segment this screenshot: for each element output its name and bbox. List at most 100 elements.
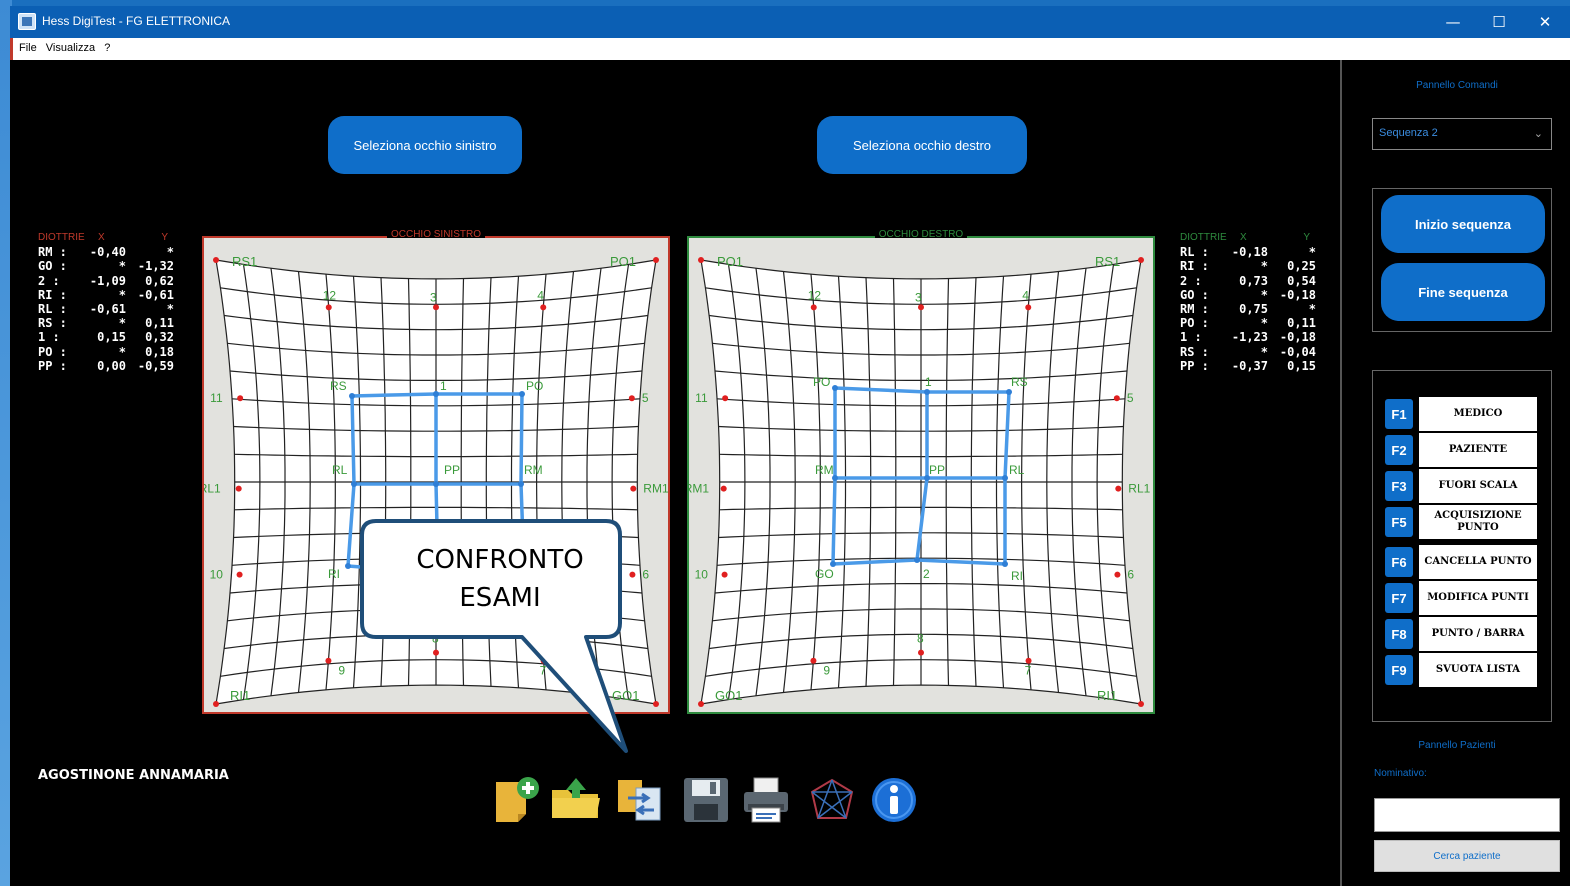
readout-x: -0,40 — [89, 245, 126, 260]
readout-muscle: GO : — [38, 259, 67, 274]
outer-point — [235, 485, 242, 492]
readout-row: RL : -0,61 * — [38, 302, 174, 316]
readout-y: -1,32 — [137, 259, 174, 274]
save-disk-icon[interactable] — [680, 774, 732, 826]
inner-label: 2 — [923, 567, 930, 581]
search-patient-button[interactable]: Cerca paziente — [1374, 840, 1560, 872]
info-icon[interactable] — [868, 774, 920, 826]
function-keys-group: F1 MEDICO F2 PAZIENTE F3 FUORI SCALA F5 ACQUISI… — [1372, 370, 1552, 722]
fkey-button[interactable]: FUORI SCALA — [1419, 469, 1537, 503]
fkey-button[interactable]: PAZIENTE — [1419, 433, 1537, 467]
readout-row: RI : * 0,25 — [1180, 259, 1316, 273]
outer-label: RM1 — [689, 482, 709, 496]
3d-view-icon[interactable] — [806, 774, 858, 826]
readout-x: * — [1260, 344, 1268, 359]
fkey-badge[interactable]: F6 — [1385, 547, 1413, 577]
outer-point — [1114, 571, 1121, 578]
app-icon — [18, 13, 36, 30]
patients-panel-caption: Pannello Pazienti — [1418, 740, 1496, 751]
fkey-row-f7[interactable]: F7 MODIFICA PUNTI — [1385, 581, 1550, 615]
fkey-badge[interactable]: F8 — [1385, 619, 1413, 649]
fkey-button[interactable]: SVUOTA LISTA — [1419, 653, 1537, 687]
corner-point — [698, 257, 704, 263]
end-sequence-button[interactable]: Fine sequenza — [1381, 263, 1545, 321]
open-folder-icon[interactable] — [550, 774, 602, 826]
nominativo-label: Nominativo: — [1374, 768, 1427, 779]
compare-exams-icon[interactable] — [614, 774, 666, 826]
outer-point — [1113, 395, 1120, 402]
fkey-row-f1[interactable]: F1 MEDICO — [1385, 397, 1550, 431]
inner-point — [914, 557, 920, 563]
outer-point — [325, 304, 332, 311]
readout-x: * — [118, 259, 126, 274]
outer-label: 12 — [808, 288, 822, 302]
fkey-row-f5[interactable]: F5 ACQUISIZIONE PUNTO — [1385, 505, 1550, 539]
outer-label: 8 — [917, 632, 924, 646]
callout-line-1: CONFRONTO — [416, 545, 584, 575]
fkey-button[interactable]: MODIFICA PUNTI — [1419, 581, 1537, 615]
inner-point — [519, 391, 525, 397]
readout-header-x: X — [1240, 232, 1247, 243]
fkey-badge[interactable]: F5 — [1385, 507, 1413, 537]
corner-label: RS1 — [232, 254, 257, 269]
fkey-row-f8[interactable]: F8 PUNTO / BARRA — [1385, 617, 1550, 651]
right-hess-grid[interactable]: PO1RS1GO1RI11234115RM1RL1106987PO1RSRMPP… — [689, 238, 1153, 712]
printer-icon[interactable] — [740, 774, 792, 826]
fkey-button[interactable]: CANCELLA PUNTO — [1419, 545, 1537, 579]
fkey-badge[interactable]: F9 — [1385, 655, 1413, 685]
fkey-row-f3[interactable]: F3 FUORI SCALA — [1385, 469, 1550, 503]
readout-x: -0,18 — [1231, 245, 1268, 260]
inner-label: PO — [526, 379, 543, 393]
fkey-badge[interactable]: F1 — [1385, 399, 1413, 429]
fkey-button[interactable]: ACQUISIZIONE PUNTO — [1419, 505, 1537, 539]
fkey-badge[interactable]: F3 — [1385, 471, 1413, 501]
readout-x: -0,61 — [89, 302, 126, 317]
readout-row: GO : * -0,18 — [1180, 288, 1316, 302]
outer-label: 7 — [1025, 664, 1032, 678]
app-window: Hess DigiTest - FG ELETTRONICA — ☐ ✕ Fil… — [10, 6, 1570, 886]
close-button[interactable]: ✕ — [1522, 6, 1568, 38]
inner-point — [351, 481, 357, 487]
fkey-button[interactable]: PUNTO / BARRA — [1419, 617, 1537, 651]
start-sequence-button[interactable]: Inizio sequenza — [1381, 195, 1545, 253]
menu-file[interactable]: File — [19, 42, 37, 54]
inner-point — [832, 385, 838, 391]
maximize-button[interactable]: ☐ — [1476, 6, 1522, 38]
inner-label: PO — [813, 375, 830, 389]
outer-point — [325, 657, 332, 664]
menu-help[interactable]: ? — [104, 42, 110, 54]
title-bar: Hess DigiTest - FG ELETTRONICA — ☐ ✕ — [10, 6, 1570, 38]
readout-y: * — [1308, 302, 1316, 317]
readout-x: * — [118, 344, 126, 359]
nominativo-input[interactable] — [1374, 798, 1560, 832]
minimize-button[interactable]: — — [1430, 6, 1476, 38]
outer-label: 9 — [338, 664, 345, 678]
inner-label: PP — [929, 463, 945, 477]
outer-point — [433, 304, 439, 311]
readout-y: -0,18 — [1279, 330, 1316, 345]
new-exam-icon[interactable] — [492, 774, 544, 826]
readout-x: 0,15 — [97, 330, 126, 345]
readout-row: RM : 0,75 * — [1180, 302, 1316, 316]
fkey-button[interactable]: MEDICO — [1419, 397, 1537, 431]
outer-point — [918, 649, 924, 656]
right-eye-hess-chart[interactable]: OCCHIO DESTRO PO1RS1GO1RI11234115RM1RL11… — [687, 229, 1155, 714]
corner-label: PO1 — [610, 254, 636, 269]
fkey-row-f9[interactable]: F9 SVUOTA LISTA — [1385, 653, 1550, 687]
readout-muscle: RL : — [1180, 245, 1209, 260]
sequence-select[interactable]: Sequenza 2 ⌄ — [1372, 118, 1552, 150]
readout-y: * — [166, 245, 174, 260]
readout-x: 0,73 — [1239, 273, 1268, 288]
fkey-row-f6[interactable]: F6 CANCELLA PUNTO — [1385, 545, 1550, 579]
readout-muscle: 1 : — [38, 330, 60, 345]
select-left-eye-button[interactable]: Seleziona occhio sinistro — [328, 116, 522, 174]
corner-label: GO1 — [715, 688, 742, 703]
fkey-row-f2[interactable]: F2 PAZIENTE — [1385, 433, 1550, 467]
chevron-down-icon: ⌄ — [1533, 128, 1543, 140]
fkey-badge[interactable]: F7 — [1385, 583, 1413, 613]
fkey-badge[interactable]: F2 — [1385, 435, 1413, 465]
select-right-eye-button[interactable]: Seleziona occhio destro — [817, 116, 1027, 174]
menu-visualizza[interactable]: Visualizza — [46, 42, 95, 54]
readout-row: PO : * 0,18 — [38, 345, 174, 359]
inner-label: RS — [1011, 375, 1028, 389]
